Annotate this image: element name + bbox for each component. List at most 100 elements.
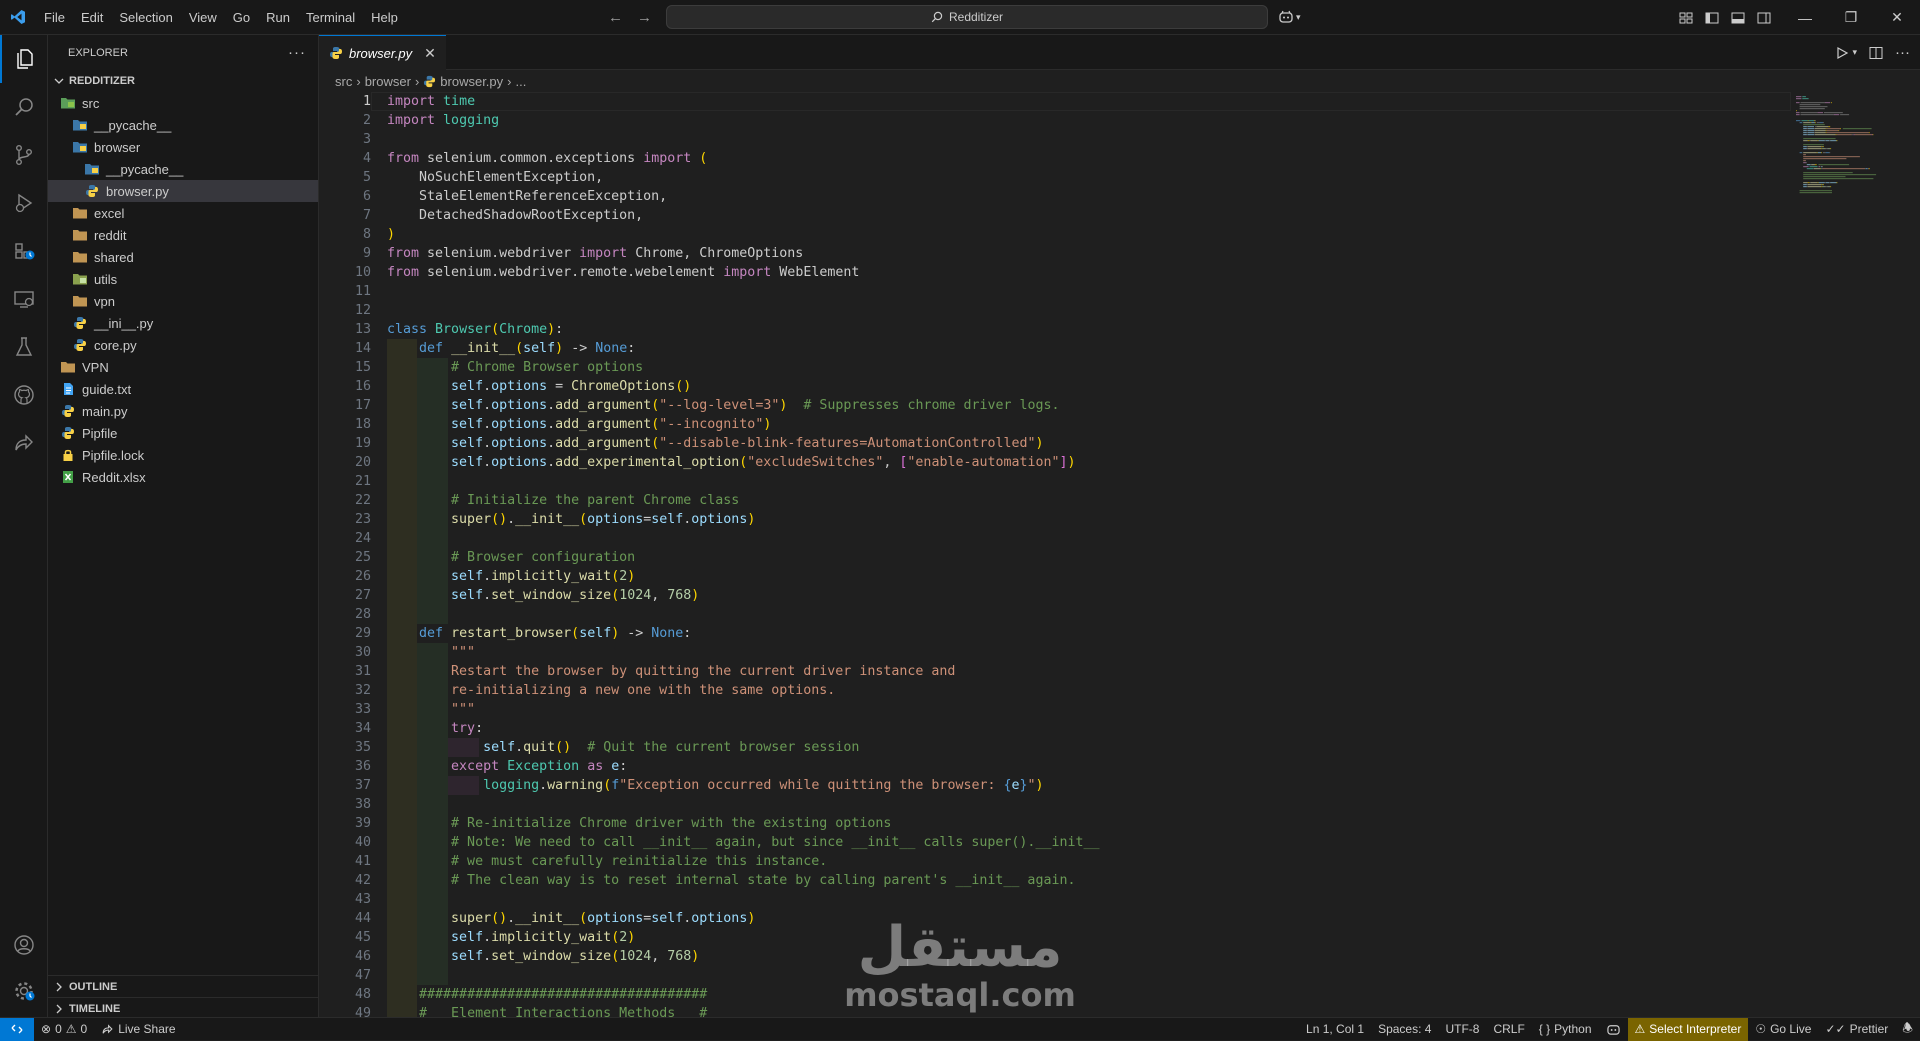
code-editor[interactable]: 1 2 3 4 5 6 7 8 9 10 11 12 13 14 15 16 17 18 19 20 21 22 23 24 2…: [319, 92, 1920, 1023]
menu-go[interactable]: Go: [225, 0, 258, 35]
end-of-line[interactable]: CRLF: [1486, 1018, 1531, 1041]
tree-item-reddit-xlsx[interactable]: Reddit.xlsx: [48, 466, 318, 488]
tree-item-ini-py[interactable]: __ini__.py: [48, 312, 318, 334]
code-line[interactable]: # The clean way is to reset internal sta…: [387, 871, 1099, 890]
extensions-icon[interactable]: [0, 227, 48, 275]
remote-explorer-icon[interactable]: [0, 275, 48, 323]
split-editor-icon[interactable]: [1869, 46, 1883, 60]
code-line[interactable]: NoSuchElementException,: [387, 168, 1099, 187]
menu-selection[interactable]: Selection: [111, 0, 180, 35]
code-line[interactable]: Restart the browser by quitting the curr…: [387, 662, 1099, 681]
code-line[interactable]: class Browser(Chrome):: [387, 320, 1099, 339]
copilot-status-icon[interactable]: [1599, 1018, 1628, 1041]
tree-item-excel[interactable]: excel: [48, 202, 318, 224]
code-line[interactable]: import time: [387, 92, 1099, 111]
code-line[interactable]: [387, 529, 1099, 548]
code-line[interactable]: self.options.add_argument("--log-level=3…: [387, 396, 1099, 415]
code-line[interactable]: re-initializing a new one with the same …: [387, 681, 1099, 700]
tree-item-guide-txt[interactable]: guide.txt: [48, 378, 318, 400]
menu-view[interactable]: View: [181, 0, 225, 35]
code-line[interactable]: except Exception as e:: [387, 757, 1099, 776]
code-line[interactable]: [387, 472, 1099, 491]
more-actions-icon[interactable]: ···: [1895, 44, 1910, 61]
code-line[interactable]: # we must carefully reinitialize this in…: [387, 852, 1099, 871]
breadcrumb-symbol[interactable]: ...: [516, 74, 527, 89]
code-line[interactable]: self.implicitly_wait(2): [387, 567, 1099, 586]
tree-item-src[interactable]: src: [48, 92, 318, 114]
minimize-icon[interactable]: —: [1782, 0, 1828, 35]
run-python-file-icon[interactable]: ▾: [1835, 46, 1857, 60]
language-mode[interactable]: { } Python: [1532, 1018, 1599, 1041]
code-line[interactable]: super().__init__(options=self.options): [387, 909, 1099, 928]
more-actions-icon[interactable]: ···: [288, 44, 306, 61]
menu-file[interactable]: File: [36, 0, 73, 35]
tree-item-pycache[interactable]: __pycache__: [48, 114, 318, 136]
code-line[interactable]: self.options.add_experimental_option("ex…: [387, 453, 1099, 472]
code-line[interactable]: ####################################: [387, 985, 1099, 1004]
code-line[interactable]: [387, 966, 1099, 985]
code-line[interactable]: [387, 301, 1099, 320]
code-line[interactable]: DetachedShadowRootException,: [387, 206, 1099, 225]
code-line[interactable]: try:: [387, 719, 1099, 738]
menu-edit[interactable]: Edit: [73, 0, 111, 35]
command-center-search[interactable]: Redditizer: [666, 5, 1268, 29]
code-line[interactable]: self.options.add_argument("--disable-bli…: [387, 434, 1099, 453]
testing-icon[interactable]: [0, 323, 48, 371]
code-line[interactable]: [387, 605, 1099, 624]
close-icon[interactable]: ✕: [1874, 0, 1920, 35]
timeline-section[interactable]: TIMELINE: [48, 997, 319, 1019]
breadcrumb-src[interactable]: src: [335, 74, 352, 89]
remote-indicator-icon[interactable]: [0, 1017, 34, 1041]
code-line[interactable]: def restart_browser(self) -> None:: [387, 624, 1099, 643]
go-live-button[interactable]: ☉ Go Live: [1748, 1018, 1818, 1041]
tree-item-main-py[interactable]: main.py: [48, 400, 318, 422]
restore-icon[interactable]: ❐: [1828, 0, 1874, 35]
code-line[interactable]: self.options = ChromeOptions(): [387, 377, 1099, 396]
code-line[interactable]: from selenium.webdriver import Chrome, C…: [387, 244, 1099, 263]
code-line[interactable]: ): [387, 225, 1099, 244]
code-line[interactable]: # Chrome Browser options: [387, 358, 1099, 377]
forward-arrow-icon[interactable]: →: [637, 9, 652, 26]
close-icon[interactable]: ✕: [424, 45, 436, 62]
code-line[interactable]: [387, 795, 1099, 814]
github-icon[interactable]: [0, 371, 48, 419]
breadcrumb-browser[interactable]: browser: [365, 74, 411, 89]
explorer-icon[interactable]: [0, 35, 48, 83]
indentation[interactable]: Spaces: 4: [1371, 1018, 1438, 1041]
toggle-primary-sidebar-icon[interactable]: [1704, 10, 1720, 26]
code-line[interactable]: """: [387, 700, 1099, 719]
minimap[interactable]: [1796, 92, 1906, 1017]
code-line[interactable]: """: [387, 643, 1099, 662]
code-line[interactable]: StaleElementReferenceException,: [387, 187, 1099, 206]
notifications-bell-icon[interactable]: 🕭: [1895, 1018, 1920, 1041]
tab-browser-py[interactable]: browser.py ✕: [319, 35, 446, 70]
code-line[interactable]: [387, 282, 1099, 301]
code-line[interactable]: self.set_window_size(1024, 768): [387, 586, 1099, 605]
prettier-status[interactable]: ✓✓ Prettier: [1818, 1018, 1895, 1041]
tree-item-pycache[interactable]: __pycache__: [48, 158, 318, 180]
vscode-logo-icon[interactable]: [9, 8, 27, 26]
menu-run[interactable]: Run: [258, 0, 298, 35]
tree-item-vpn[interactable]: VPN: [48, 356, 318, 378]
code-line[interactable]: # Browser configuration: [387, 548, 1099, 567]
tree-item-reddit[interactable]: reddit: [48, 224, 318, 246]
code-line[interactable]: # Re-initialize Chrome driver with the e…: [387, 814, 1099, 833]
code-line[interactable]: self.options.add_argument("--incognito"): [387, 415, 1099, 434]
menu-terminal[interactable]: Terminal: [298, 0, 363, 35]
code-line[interactable]: from selenium.webdriver.remote.webelemen…: [387, 263, 1099, 282]
toggle-secondary-sidebar-icon[interactable]: [1756, 10, 1772, 26]
code-line[interactable]: super().__init__(options=self.options): [387, 510, 1099, 529]
customize-layout-icon[interactable]: [1678, 10, 1694, 26]
menu-help[interactable]: Help: [363, 0, 406, 35]
tree-item-browser-py[interactable]: browser.py: [48, 180, 318, 202]
tree-item-pipfile-lock[interactable]: Pipfile.lock: [48, 444, 318, 466]
code-line[interactable]: # Initialize the parent Chrome class: [387, 491, 1099, 510]
code-line[interactable]: self.quit() # Quit the current browser s…: [387, 738, 1099, 757]
code-line[interactable]: from selenium.common.exceptions import (: [387, 149, 1099, 168]
project-folder-header[interactable]: REDDITIZER: [48, 70, 318, 92]
code-line[interactable]: def __init__(self) -> None:: [387, 339, 1099, 358]
code-line[interactable]: self.set_window_size(1024, 768): [387, 947, 1099, 966]
code-line[interactable]: self.implicitly_wait(2): [387, 928, 1099, 947]
tree-item-pipfile[interactable]: Pipfile: [48, 422, 318, 444]
problems-indicator[interactable]: ⊗ 0 ⚠ 0: [34, 1018, 94, 1041]
